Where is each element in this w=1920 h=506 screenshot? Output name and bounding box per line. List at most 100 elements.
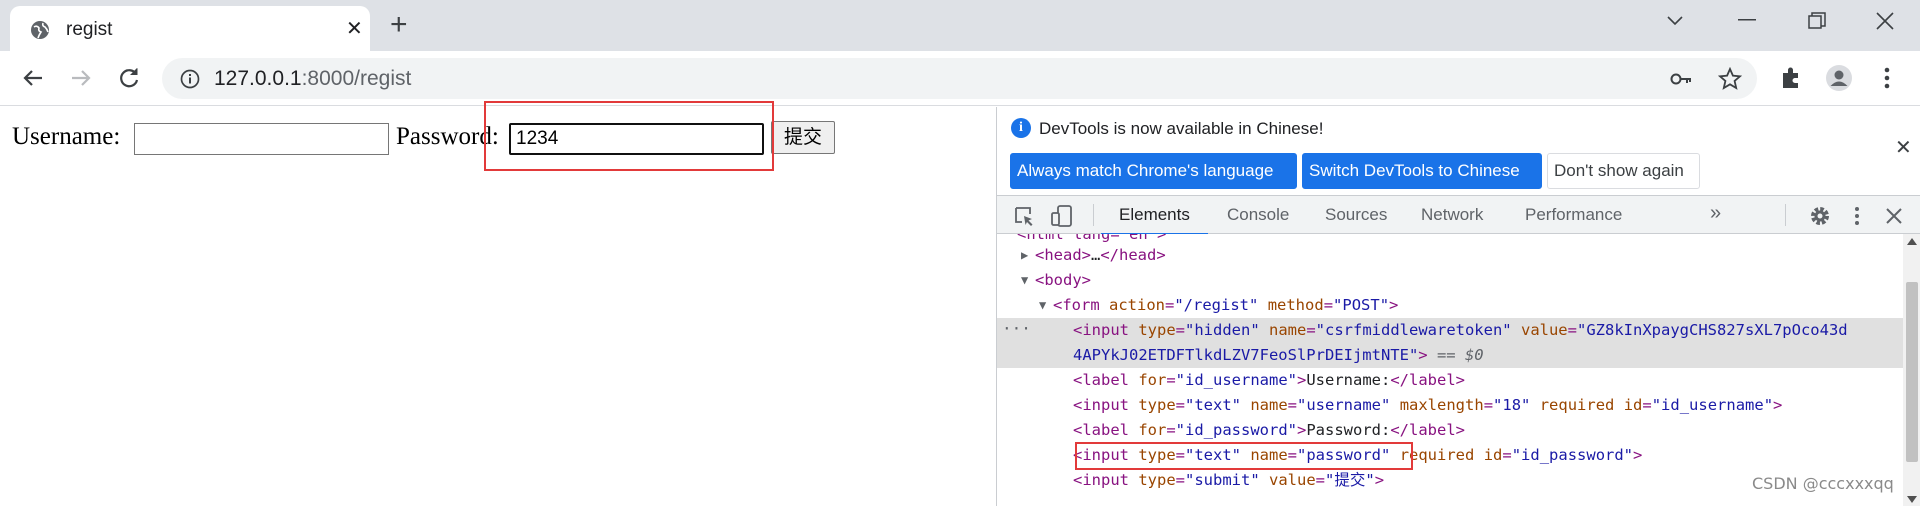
tab-console[interactable]: Console (1227, 205, 1289, 225)
node-actions-icon[interactable]: ··· (1002, 316, 1031, 341)
dom-val: "/regist" (1174, 296, 1259, 314)
dom-attr: type (1138, 471, 1176, 489)
dom-selected-marker: == $0 (1427, 346, 1484, 364)
dom-node-username-label[interactable]: <label for="id_username">Username:</labe… (997, 368, 1903, 393)
close-devtools-icon[interactable] (1883, 205, 1905, 227)
dom-text: Password: (1306, 421, 1391, 439)
extensions-icon[interactable] (1776, 63, 1806, 93)
dom-val: "提交" (1325, 471, 1375, 489)
dom-val: "text" (1185, 396, 1241, 414)
inspect-element-icon[interactable] (1013, 205, 1035, 227)
dom-head-tag: <head> (1035, 246, 1091, 264)
close-banner-icon[interactable]: ✕ (1895, 135, 1912, 160)
dom-attr: required (1539, 396, 1615, 414)
new-tab-button[interactable]: + (390, 10, 408, 40)
dom-attr: action (1109, 296, 1165, 314)
username-label: Username: (12, 123, 121, 150)
settings-gear-icon[interactable] (1809, 205, 1831, 227)
more-tabs-icon[interactable]: » (1710, 202, 1721, 225)
dom-attr: type (1138, 396, 1176, 414)
dom-node-password-label[interactable]: <label for="id_password">Password:</labe… (997, 418, 1903, 443)
dom-attr: maxlength (1399, 396, 1484, 414)
bookmark-star-icon[interactable] (1718, 67, 1742, 91)
dont-show-again-button[interactable]: Don't show again (1547, 153, 1700, 189)
scrollbar-thumb[interactable] (1906, 282, 1918, 462)
scroll-down-arrow-icon[interactable] (1907, 496, 1917, 503)
device-toolbar-icon[interactable] (1051, 205, 1073, 227)
collapse-arrow-icon[interactable]: ▼ (1039, 293, 1046, 318)
dom-attr: for (1138, 421, 1167, 439)
dom-attr: name (1250, 396, 1288, 414)
dom-text: Username: (1306, 371, 1391, 389)
dom-attr: value (1269, 471, 1316, 489)
tab-strip: regist ✕ + (0, 0, 1920, 51)
globe-icon (31, 21, 49, 39)
dom-val: "id_username" (1175, 371, 1297, 389)
tab-search-icon[interactable] (1666, 14, 1684, 28)
dom-attr: type (1138, 321, 1176, 339)
devtools-menu-icon[interactable] (1846, 205, 1868, 227)
scroll-up-arrow-icon[interactable] (1907, 238, 1917, 245)
web-page: Username: Password: 提交 (0, 101, 996, 506)
minimize-icon[interactable] (1738, 18, 1756, 22)
username-input[interactable] (134, 123, 389, 155)
dom-node-head[interactable]: ▶ <head>…</head> (997, 243, 1903, 268)
dom-head-close: </head> (1100, 246, 1166, 264)
profile-avatar-icon[interactable] (1824, 63, 1854, 93)
dom-attr: id (1623, 396, 1643, 414)
address-bar[interactable]: 127.0.0.1:8000/regist (162, 58, 1757, 99)
banner-message: DevTools is now available in Chinese! (1039, 119, 1324, 138)
dom-attr: method (1267, 296, 1324, 314)
browser-tab[interactable]: regist ✕ (10, 6, 370, 51)
dom-scrollbar[interactable] (1903, 234, 1920, 506)
reload-icon[interactable] (114, 63, 144, 93)
dom-val: "id_password" (1511, 446, 1634, 464)
info-icon: i (1011, 118, 1031, 138)
restore-icon[interactable] (1808, 12, 1826, 30)
dom-val: "csrfmiddlewaretoken" (1315, 321, 1512, 339)
dom-val: "POST" (1333, 296, 1390, 314)
always-match-language-button[interactable]: Always match Chrome's language (1010, 153, 1297, 189)
key-icon[interactable] (1670, 69, 1692, 89)
browser-menu-icon[interactable] (1872, 63, 1902, 93)
tab-sources[interactable]: Sources (1325, 205, 1387, 225)
url-path: :8000/regist (301, 67, 412, 90)
devtools-tabbar: Elements Console Sources Network Perform… (997, 195, 1920, 235)
url-host: 127.0.0.1 (214, 67, 302, 90)
dom-node-csrf-input[interactable]: ··· <input type="hidden" name="csrfmiddl… (997, 318, 1903, 368)
dom-val: "id_username" (1651, 396, 1774, 414)
toolbar-divider (1093, 204, 1094, 226)
collapse-arrow-icon[interactable]: ▼ (1021, 268, 1028, 293)
dom-val: "id_password" (1175, 421, 1297, 439)
tab-network[interactable]: Network (1421, 205, 1483, 225)
language-banner: i DevTools is now available in Chinese! … (997, 107, 1920, 195)
tab-performance[interactable]: Performance (1525, 205, 1622, 225)
watermark: CSDN @cccxxxqq (1752, 474, 1894, 493)
highlight-box (484, 101, 774, 171)
forward-icon[interactable] (66, 63, 96, 93)
tab-title: regist (66, 19, 113, 40)
toolbar-divider (1785, 204, 1786, 226)
dom-highlight-box (1075, 442, 1413, 470)
dom-node-username-input[interactable]: <input type="text" name="username" maxle… (997, 393, 1903, 418)
dom-tree: <html lang="en"> ▶ <head>…</head> ▼ <bod… (997, 234, 1903, 506)
url-text: 127.0.0.1:8000/regist (214, 67, 411, 91)
dom-node-form[interactable]: ▼ <form action="/regist" method="POST"> (997, 293, 1903, 318)
close-tab-icon[interactable]: ✕ (346, 19, 363, 39)
back-icon[interactable] (18, 63, 48, 93)
dom-val: "18" (1493, 396, 1531, 414)
dom-val: "GZ8kInXpaygCHS827sXL7pOco43d (1577, 321, 1848, 339)
dom-val: "hidden" (1185, 321, 1260, 339)
info-icon[interactable] (180, 69, 200, 89)
expand-arrow-icon[interactable]: ▶ (1021, 243, 1028, 268)
submit-button[interactable]: 提交 (771, 121, 835, 154)
dom-attr: value (1520, 321, 1568, 339)
dom-body-tag: <body> (1035, 271, 1091, 289)
browser-toolbar: 127.0.0.1:8000/regist (0, 51, 1920, 106)
switch-to-chinese-button[interactable]: Switch DevTools to Chinese (1302, 153, 1542, 189)
tab-elements[interactable]: Elements (1101, 205, 1208, 235)
dom-val: 4APYkJ02ETDFTlkdLZV7FeoSlPrDEIjmtNTE" (1073, 346, 1419, 364)
close-window-icon[interactable] (1876, 12, 1894, 30)
dom-node-body[interactable]: ▼ <body> (997, 268, 1903, 293)
dom-ellipsis: … (1091, 246, 1101, 264)
